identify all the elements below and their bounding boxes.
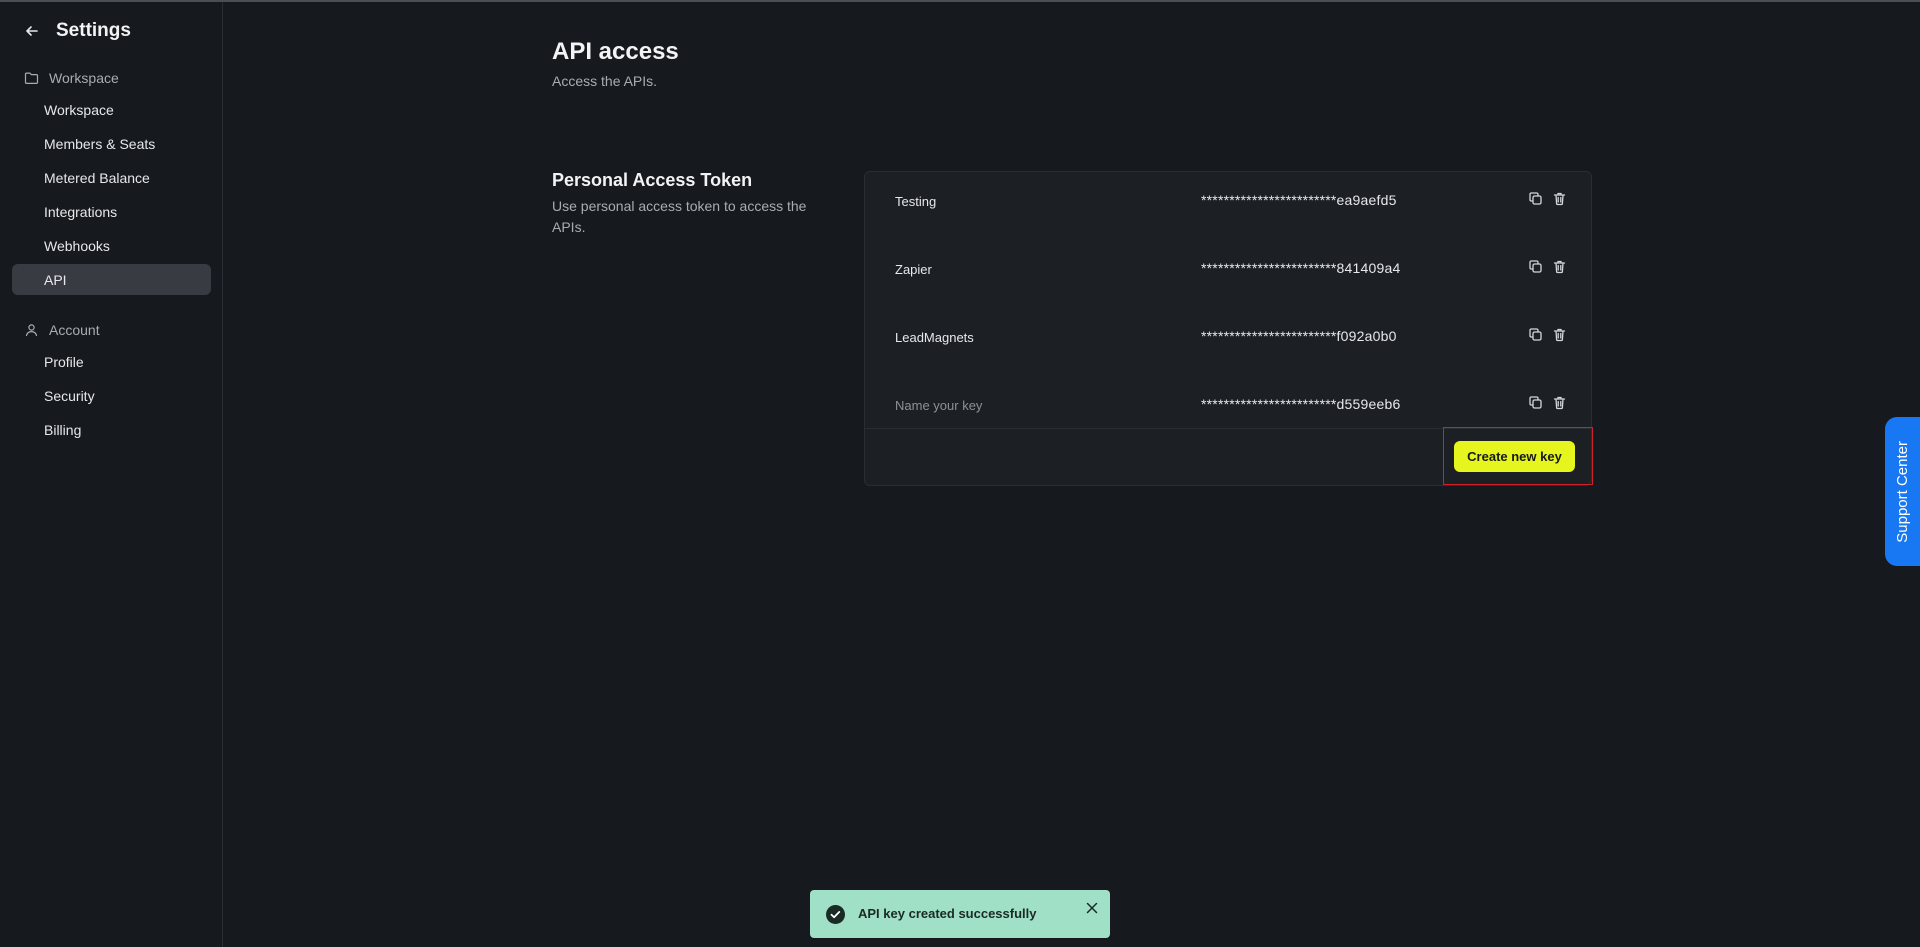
token-row: Testing ************************ea9aefd5	[865, 172, 1591, 240]
trash-icon[interactable]	[1551, 190, 1567, 206]
sidebar-item-label: Metered Balance	[44, 169, 150, 186]
settings-sidebar: Settings Workspace Workspace Members & S…	[0, 2, 223, 947]
sidebar-title: Settings	[56, 20, 131, 41]
sidebar-item-label: Profile	[44, 353, 84, 370]
sidebar-item-label: Security	[44, 387, 95, 404]
key-token-value: ************************d559eeb6	[1201, 396, 1401, 412]
key-token-value: ************************841409a4	[1201, 260, 1401, 276]
copy-icon[interactable]	[1527, 326, 1543, 342]
sidebar-item-integrations[interactable]: Integrations	[12, 196, 211, 227]
key-name-input[interactable]: Zapier	[895, 262, 932, 277]
sidebar-group-label: Workspace	[49, 70, 119, 86]
window-top-border	[0, 0, 1920, 2]
section-title: Personal Access Token	[552, 170, 753, 190]
trash-icon[interactable]	[1551, 394, 1567, 410]
sidebar-item-label: Billing	[44, 421, 82, 438]
sidebar-item-label: API	[44, 271, 67, 288]
back-arrow-icon[interactable]	[22, 21, 42, 41]
sidebar-item-webhooks[interactable]: Webhooks	[12, 230, 211, 261]
page-title: API access	[552, 38, 679, 65]
token-row: LeadMagnets ************************f092…	[865, 308, 1591, 376]
token-row: Zapier ************************841409a4	[865, 240, 1591, 308]
copy-icon[interactable]	[1527, 394, 1543, 410]
success-toast: API key created successfully	[810, 890, 1110, 938]
copy-icon[interactable]	[1527, 190, 1543, 206]
key-token-value: ************************f092a0b0	[1201, 328, 1397, 344]
key-name-input[interactable]: Testing	[895, 194, 936, 209]
sidebar-item-profile[interactable]: Profile	[12, 346, 211, 377]
trash-icon[interactable]	[1551, 258, 1567, 274]
sidebar-item-label: Members & Seats	[44, 135, 156, 152]
section-description: Use personal access token to access the …	[552, 198, 807, 235]
page-subtitle: Access the APIs.	[552, 73, 658, 89]
user-icon	[24, 323, 39, 337]
sidebar-item-label: Integrations	[44, 203, 118, 220]
sidebar-group-workspace: Workspace	[24, 70, 119, 86]
sidebar-item-security[interactable]: Security	[12, 380, 211, 411]
copy-icon[interactable]	[1527, 258, 1543, 274]
sidebar-group-account: Account	[24, 322, 100, 338]
close-icon[interactable]	[1085, 901, 1099, 915]
sidebar-item-label: Workspace	[44, 101, 114, 118]
sidebar-item-workspace[interactable]: Workspace	[12, 94, 211, 125]
sidebar-item-billing[interactable]: Billing	[12, 414, 211, 445]
folder-icon	[24, 71, 39, 85]
key-name-input[interactable]: LeadMagnets	[895, 330, 974, 345]
create-key-highlight: Create new key	[1443, 427, 1593, 485]
support-center-tab[interactable]: Support Center	[1885, 417, 1920, 566]
key-name-input[interactable]: Name your key	[895, 398, 982, 413]
key-token-value: ************************ea9aefd5	[1201, 192, 1397, 208]
sidebar-group-label: Account	[49, 322, 100, 338]
sidebar-item-members-seats[interactable]: Members & Seats	[12, 128, 211, 159]
sidebar-item-metered-balance[interactable]: Metered Balance	[12, 162, 211, 193]
sidebar-header: Settings	[22, 20, 131, 42]
trash-icon[interactable]	[1551, 326, 1567, 342]
check-circle-icon	[826, 905, 845, 924]
create-new-key-button[interactable]: Create new key	[1454, 441, 1575, 472]
support-center-label: Support Center	[1894, 440, 1911, 543]
sidebar-item-api[interactable]: API	[12, 264, 211, 295]
sidebar-item-label: Webhooks	[44, 237, 110, 254]
toast-message: API key created successfully	[858, 906, 1037, 921]
